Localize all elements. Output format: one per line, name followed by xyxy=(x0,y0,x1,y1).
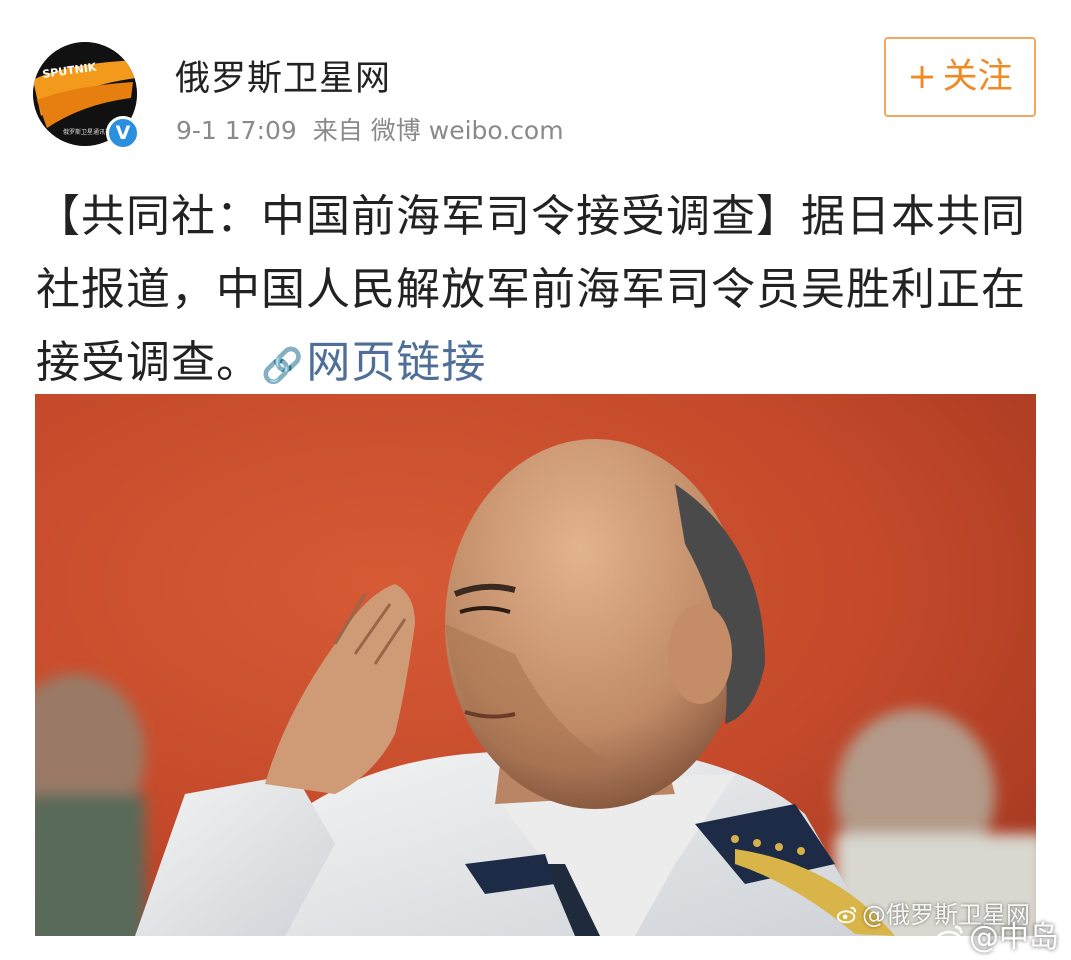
weibo-post-card: SPUTNIK 俄罗斯卫星通讯社 V 俄罗斯卫星网 9-1 17:09 来自 微博… xyxy=(0,0,1071,960)
follow-label: 关注 xyxy=(942,57,1013,97)
source-prefix: 来自 xyxy=(312,116,363,145)
post-time: 9-1 17:09 xyxy=(176,116,297,145)
avatar-subtext: 俄罗斯卫星通讯社 xyxy=(63,128,111,136)
account-name[interactable]: 俄罗斯卫星网 xyxy=(175,50,391,101)
follow-button[interactable]: + 关注 xyxy=(884,37,1036,117)
page-watermark-text: @中岛 xyxy=(969,920,1059,955)
verified-v-icon: V xyxy=(106,116,140,150)
link-icon: 🔗 xyxy=(261,346,305,386)
weibo-icon xyxy=(936,925,963,949)
plus-icon: + xyxy=(907,57,937,97)
saluting-officer-image xyxy=(35,394,1036,936)
post-meta: 9-1 17:09 来自 微博 weibo.com xyxy=(176,111,572,147)
web-link-label: 网页链接 xyxy=(306,337,487,388)
post-body: 【共同社：中国前海军司令接受调查】据日本共同社报道，中国人民解放军前海军司令员吴… xyxy=(36,191,1026,388)
post-photo[interactable]: @俄罗斯卫星网 xyxy=(35,394,1036,936)
post-source: 微博 weibo.com xyxy=(370,116,564,145)
web-link[interactable]: 🔗网页链接 xyxy=(261,337,486,388)
weibo-icon xyxy=(836,906,857,924)
post-text: 【共同社：中国前海军司令接受调查】据日本共同社报道，中国人民解放军前海军司令员吴… xyxy=(36,180,1036,403)
page-watermark: @中岛 xyxy=(935,912,1059,956)
